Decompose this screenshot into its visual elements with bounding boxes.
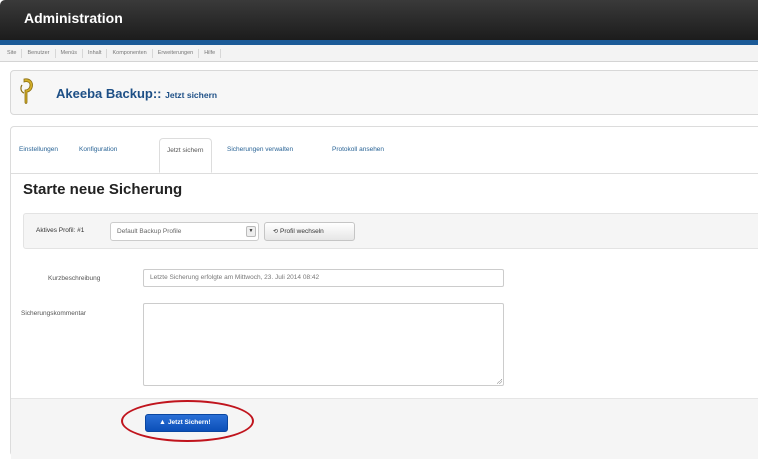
- form-actions: [11, 398, 758, 459]
- akeeba-logo-icon: [20, 78, 33, 104]
- chevron-down-icon: ▼: [246, 226, 256, 237]
- switch-profile-label: Profil wechseln: [280, 228, 324, 235]
- description-label: Kurzbeschreibung: [48, 275, 101, 282]
- tab-configuration[interactable]: Konfiguration: [79, 146, 117, 153]
- menu-item-menus[interactable]: Menüs: [56, 48, 84, 58]
- profile-select[interactable]: Default Backup Profile ▼: [110, 222, 259, 241]
- menu-item-content[interactable]: Inhalt: [83, 48, 108, 58]
- app-name: Akeeba Backup::: [56, 86, 162, 101]
- refresh-icon: ⟲: [273, 229, 279, 235]
- admin-title: Administration: [24, 10, 123, 26]
- page-title: Akeeba Backup:: Jetzt sichern: [56, 86, 217, 101]
- tab-settings[interactable]: Einstellungen: [19, 146, 58, 153]
- admin-header: Administration: [0, 0, 758, 40]
- menu-item-users[interactable]: Benutzer: [22, 48, 56, 58]
- tab-bar: Einstellungen Konfiguration Jetzt sicher…: [11, 127, 758, 174]
- section-heading: Starte neue Sicherung: [23, 181, 183, 198]
- tab-backup-now[interactable]: Jetzt sichern: [159, 138, 212, 173]
- menu-item-site[interactable]: Site: [2, 48, 23, 58]
- profile-well: Aktives Profil: #1 Default Backup Profil…: [23, 213, 758, 249]
- page-subtitle: Jetzt sichern: [165, 90, 218, 100]
- switch-profile-button[interactable]: ⟲ Profil wechseln: [264, 222, 355, 241]
- comment-label: Sicherungskommentar: [21, 310, 87, 317]
- menu-item-help[interactable]: Hilfe: [199, 48, 222, 58]
- backup-panel: Einstellungen Konfiguration Jetzt sicher…: [10, 126, 758, 459]
- main-menubar: Site Benutzer Menüs Inhalt Komponenten E…: [0, 45, 758, 62]
- tab-manage-backups[interactable]: Sicherungen verwalten: [227, 146, 293, 153]
- profile-select-value: Default Backup Profile: [117, 228, 182, 235]
- menu-item-extensions[interactable]: Erweiterungen: [153, 48, 200, 58]
- resize-grip-icon[interactable]: [497, 379, 502, 384]
- comment-textarea[interactable]: [143, 303, 504, 386]
- highlight-circle: [121, 400, 254, 442]
- tab-view-log[interactable]: Protokoll ansehen: [332, 146, 384, 153]
- menu-item-components[interactable]: Komponenten: [107, 48, 153, 58]
- active-profile-label: Aktives Profil: #1: [36, 227, 85, 234]
- component-toolbar: Akeeba Backup:: Jetzt sichern: [10, 70, 758, 115]
- description-input[interactable]: Letzte Sicherung erfolgte am Mittwoch, 2…: [143, 269, 504, 287]
